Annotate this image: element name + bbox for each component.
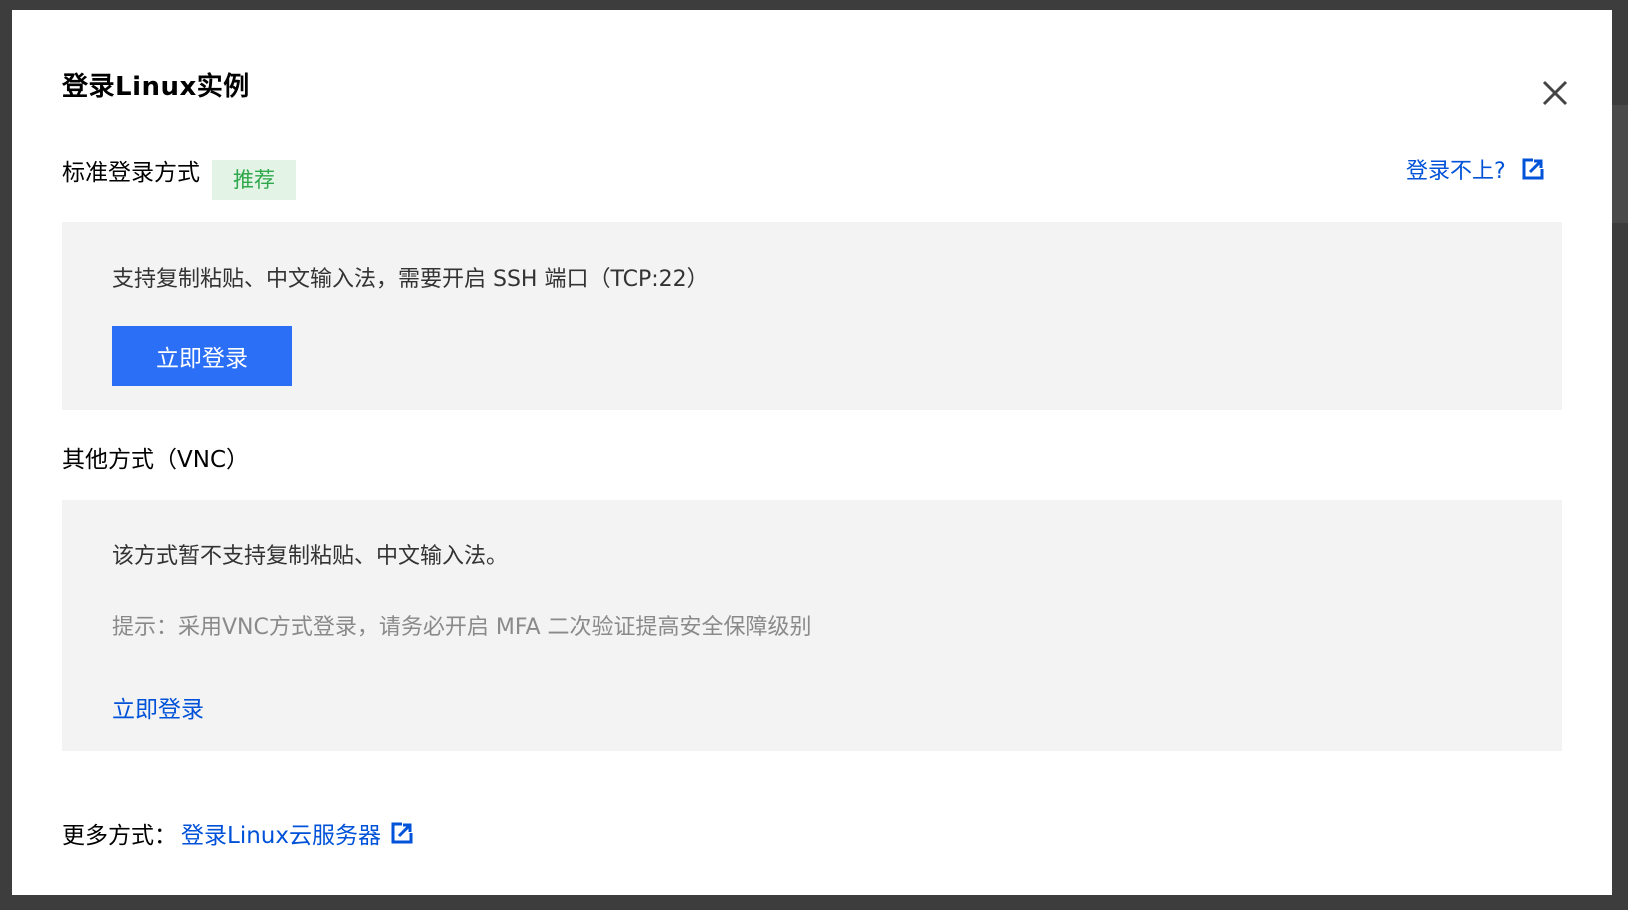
recommended-badge: 推荐 bbox=[212, 160, 296, 200]
linux-cvm-login-doc-label: 登录Linux云服务器 bbox=[181, 823, 381, 849]
cannot-login-link-label: 登录不上? bbox=[1406, 159, 1506, 184]
vnc-login-link[interactable]: 立即登录 bbox=[112, 690, 204, 724]
standard-login-label: 标准登录方式 bbox=[62, 160, 200, 186]
vnc-description: 该方式暂不支持复制粘贴、中文输入法。 bbox=[112, 544, 509, 569]
linux-cvm-login-doc-link[interactable]: 登录Linux云服务器 bbox=[181, 816, 413, 850]
vnc-login-panel: 该方式暂不支持复制粘贴、中文输入法。 提示：采用VNC方式登录，请务必开启 MF… bbox=[62, 500, 1562, 751]
backdrop-strip bbox=[1612, 105, 1628, 223]
standard-login-panel: 支持复制粘贴、中文输入法，需要开启 SSH 端口（TCP:22） 立即登录 bbox=[62, 222, 1562, 410]
external-link-icon bbox=[1522, 158, 1544, 180]
standard-login-description: 支持复制粘贴、中文输入法，需要开启 SSH 端口（TCP:22） bbox=[112, 267, 709, 292]
vnc-login-label: 其他方式（VNC） bbox=[62, 447, 249, 473]
standard-login-button[interactable]: 立即登录 bbox=[112, 326, 292, 386]
login-linux-instance-dialog: 登录Linux实例 标准登录方式 推荐 登录不上? 支持复制粘贴、中文输入法，需… bbox=[12, 10, 1612, 895]
more-options-row: 更多方式： 登录Linux云服务器 bbox=[62, 816, 413, 850]
close-icon bbox=[1542, 80, 1568, 106]
close-button[interactable] bbox=[1533, 71, 1577, 115]
cannot-login-link[interactable]: 登录不上? bbox=[1406, 153, 1544, 185]
dialog-title: 登录Linux实例 bbox=[62, 72, 250, 102]
external-link-icon bbox=[391, 822, 413, 844]
vnc-mfa-hint: 提示：采用VNC方式登录，请务必开启 MFA 二次验证提高安全保障级别 bbox=[112, 615, 812, 640]
more-options-label: 更多方式： bbox=[62, 823, 177, 849]
